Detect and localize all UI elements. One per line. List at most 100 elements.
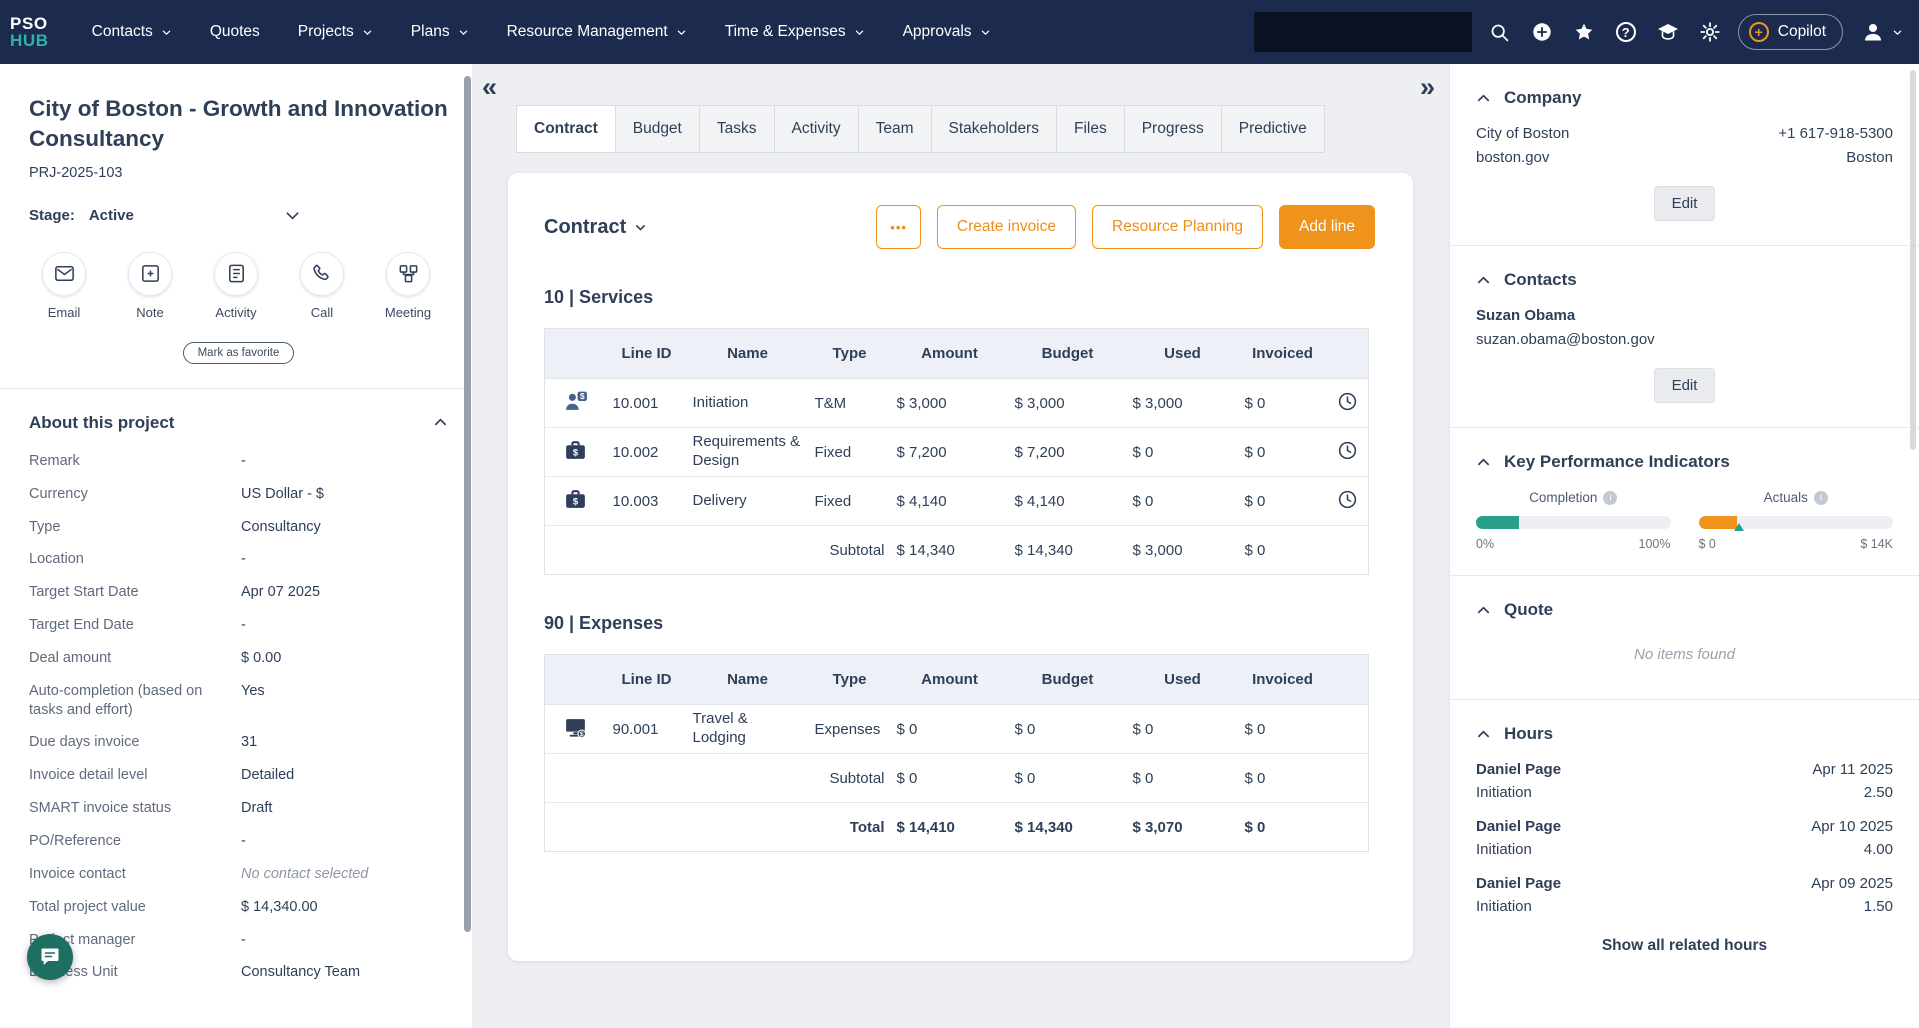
service-line-row[interactable]: $ 10.003 Delivery Fixed $ 4,140 $ 4,140 … (545, 477, 1369, 526)
col-type: Type (809, 329, 891, 379)
tab-stakeholders[interactable]: Stakeholders (932, 106, 1057, 152)
hours-entry[interactable]: Daniel Page Apr 10 2025 Initiation 4.00 (1476, 818, 1893, 858)
collapse-left-sidebar-icon[interactable]: « (482, 74, 497, 101)
hours-entry[interactable]: Daniel Page Apr 11 2025 Initiation 2.50 (1476, 761, 1893, 801)
divider (0, 388, 472, 389)
edit-contact-button[interactable]: Edit (1654, 368, 1716, 403)
contacts-section-toggle[interactable]: Contacts (1476, 270, 1893, 290)
chat-widget-button[interactable] (27, 934, 73, 980)
svg-text:$: $ (580, 731, 584, 738)
tab-tasks[interactable]: Tasks (700, 106, 775, 152)
chevron-down-icon (634, 221, 647, 234)
navbar-right: ? + Copilot (1254, 12, 1903, 52)
note-action-button[interactable]: Note (115, 252, 185, 320)
company-title: Company (1504, 88, 1581, 108)
info-icon[interactable]: i (1603, 491, 1617, 505)
company-website[interactable]: boston.gov (1476, 149, 1569, 166)
top-navbar: PSO HUB Contacts Quotes Projects Plans R… (0, 0, 1919, 64)
resource-planning-button[interactable]: Resource Planning (1092, 205, 1263, 249)
quote-section: Quote No items found (1450, 576, 1919, 700)
chevron-up-icon (433, 415, 448, 430)
kpi-section-toggle[interactable]: Key Performance Indicators (1476, 452, 1893, 472)
tab-progress[interactable]: Progress (1125, 106, 1222, 152)
tab-budget[interactable]: Budget (616, 106, 700, 152)
time-log-clock-icon[interactable] (1327, 428, 1369, 477)
col-amount: Amount (891, 655, 1009, 705)
call-action-button[interactable]: Call (287, 252, 357, 320)
app-logo[interactable]: PSO HUB (10, 15, 49, 50)
service-line-row[interactable]: $ 10.002 Requirements & Design Fixed $ 7… (545, 428, 1369, 477)
quote-section-toggle[interactable]: Quote (1476, 600, 1893, 620)
expenses-subtotal-row: Subtotal $ 0 $ 0 $ 0 $ 0 (545, 754, 1369, 803)
search-icon[interactable] (1486, 18, 1514, 46)
meeting-action-button[interactable]: Meeting (373, 252, 443, 320)
field-auto-completion: Auto-completion (based on tasks and effo… (29, 675, 448, 727)
add-icon[interactable] (1528, 18, 1556, 46)
nav-item-plans[interactable]: Plans (392, 0, 488, 64)
actuals-max: $ 14K (1860, 537, 1893, 551)
contact-name[interactable]: Suzan Obama (1476, 307, 1893, 324)
collapse-right-sidebar-icon[interactable]: » (1420, 74, 1435, 101)
tab-activity[interactable]: Activity (775, 106, 859, 152)
settings-gear-icon[interactable] (1696, 18, 1724, 46)
completion-min: 0% (1476, 537, 1494, 551)
tab-contract[interactable]: Contract (517, 106, 616, 152)
nav-item-projects[interactable]: Projects (279, 0, 392, 64)
chevron-up-icon (1476, 603, 1491, 618)
favorites-star-icon[interactable] (1570, 18, 1598, 46)
help-icon[interactable]: ? (1612, 18, 1640, 46)
time-log-clock-icon[interactable] (1327, 477, 1369, 526)
company-phone[interactable]: +1 617-918-5300 (1778, 125, 1893, 142)
chevron-down-icon (676, 27, 687, 38)
field-due-days-invoice: Due days invoice31 (29, 726, 448, 759)
actuals-progress-bar (1699, 516, 1894, 529)
field-total-project-value: Total project value$ 14,340.00 (29, 891, 448, 924)
hours-section-toggle[interactable]: Hours (1476, 724, 1893, 744)
about-section-toggle[interactable]: About this project (29, 413, 448, 433)
expense-line-row[interactable]: $ 90.001 Travel & Lodging Expenses $ 0 $… (545, 705, 1369, 754)
nav-item-approvals[interactable]: Approvals (884, 0, 1010, 64)
svg-text:$: $ (580, 391, 585, 401)
activity-action-button[interactable]: Activity (201, 252, 271, 320)
hours-entry[interactable]: Daniel Page Apr 09 2025 Initiation 1.50 (1476, 875, 1893, 915)
create-invoice-button[interactable]: Create invoice (937, 205, 1076, 249)
contract-view-dropdown[interactable]: Contract (544, 216, 647, 239)
edit-company-button[interactable]: Edit (1654, 186, 1716, 221)
company-section: Company City of Boston boston.gov +1 617… (1450, 64, 1919, 246)
nav-item-quotes[interactable]: Quotes (191, 0, 279, 64)
copilot-button[interactable]: + Copilot (1738, 14, 1843, 50)
col-used: Used (1127, 655, 1239, 705)
time-log-clock-icon[interactable] (1327, 379, 1369, 428)
stage-selector[interactable]: Active (89, 207, 301, 224)
global-search-input[interactable] (1254, 12, 1472, 52)
nav-item-contacts[interactable]: Contacts (73, 0, 191, 64)
user-menu[interactable] (1861, 20, 1903, 44)
hours-task: Initiation (1476, 784, 1532, 801)
info-icon[interactable]: i (1814, 491, 1828, 505)
expenses-section-heading: 90 | Expenses (544, 613, 1375, 634)
nav-label: Quotes (210, 23, 260, 41)
sidebar-scrollbar[interactable] (464, 76, 471, 932)
nav-item-time-expenses[interactable]: Time & Expenses (706, 0, 884, 64)
email-action-button[interactable]: Email (29, 252, 99, 320)
tab-team[interactable]: Team (859, 106, 932, 152)
company-section-toggle[interactable]: Company (1476, 88, 1893, 108)
tab-predictive[interactable]: Predictive (1222, 106, 1324, 152)
company-name[interactable]: City of Boston (1476, 125, 1569, 142)
tab-files[interactable]: Files (1057, 106, 1125, 152)
hours-task: Initiation (1476, 841, 1532, 858)
more-options-button[interactable]: ••• (876, 205, 921, 249)
academy-icon[interactable] (1654, 18, 1682, 46)
add-line-button[interactable]: Add line (1279, 205, 1375, 249)
contact-email[interactable]: suzan.obama@boston.gov (1476, 331, 1893, 348)
nav-item-resource-management[interactable]: Resource Management (488, 0, 706, 64)
company-city: Boston (1778, 149, 1893, 166)
window-scrollbar[interactable] (1910, 70, 1916, 450)
total-label: Total (687, 803, 891, 852)
field-invoice-detail-level: Invoice detail levelDetailed (29, 759, 448, 792)
service-line-row[interactable]: $ 10.001 Initiation T&M $ 3,000 $ 3,000 … (545, 379, 1369, 428)
actuals-kpi: Actuals i $ 0 $ 14K (1699, 490, 1894, 551)
show-all-related-hours-link[interactable]: Show all related hours (1476, 937, 1893, 955)
field-project-manager: Project manager- (29, 924, 448, 957)
mark-as-favorite-button[interactable]: Mark as favorite (183, 342, 295, 364)
